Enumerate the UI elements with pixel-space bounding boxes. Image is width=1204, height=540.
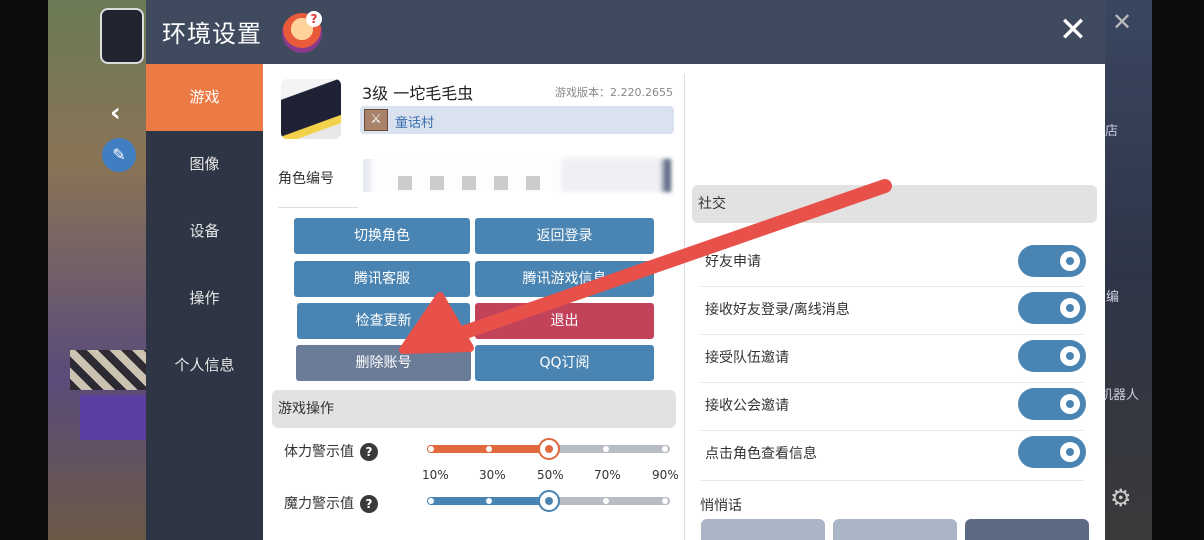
hp-warning-label: 体力警示值? xyxy=(284,441,378,461)
settings-sidebar: 游戏 图像 设备 操作 个人信息 xyxy=(146,64,263,540)
slider-tick xyxy=(662,446,668,452)
sidebar-item-graphics[interactable]: 图像 xyxy=(146,131,263,198)
quest-scroll-icon[interactable]: ✎ xyxy=(102,138,136,172)
tencent-game-info-button[interactable]: 腾讯游戏信息 xyxy=(475,261,654,297)
slider-tick xyxy=(603,498,609,504)
row-separator xyxy=(701,334,1084,335)
character-name: 3级 一坨毛毛虫 xyxy=(362,84,474,103)
right-black-strip xyxy=(1152,0,1204,540)
game-ops-header: 游戏操作 xyxy=(272,390,676,428)
window-title: 环境设置 xyxy=(162,20,262,48)
sidebar-item-personal-info[interactable]: 个人信息 xyxy=(146,332,263,399)
game-scene-left xyxy=(48,0,146,540)
sidebar-item-device[interactable]: 设备 xyxy=(146,198,263,265)
character-id-label: 角色编号 xyxy=(278,171,334,187)
sidebar-item-game[interactable]: 游戏 xyxy=(146,64,263,131)
check-update-button[interactable]: 检查更新 xyxy=(297,303,470,339)
hazard-stripes xyxy=(70,350,146,390)
hp-warning-slider[interactable] xyxy=(427,438,670,460)
toggle-friend-login-msg[interactable] xyxy=(1018,292,1086,324)
whisper-tab-2[interactable] xyxy=(833,519,957,540)
hp-help-icon[interactable]: ? xyxy=(360,443,378,461)
row-separator xyxy=(701,430,1084,431)
tick-label: 70% xyxy=(594,468,621,482)
mp-warning-text: 魔力警示值 xyxy=(284,496,354,512)
slider-tick xyxy=(486,498,492,504)
toggle-party-invite[interactable] xyxy=(1018,340,1086,372)
tick-label: 90% xyxy=(652,468,679,482)
character-id-masked xyxy=(398,176,548,190)
mp-slider-thumb[interactable] xyxy=(538,490,560,512)
title-bar: 环境设置 ✕ xyxy=(146,0,1105,64)
mp-warning-slider[interactable] xyxy=(427,490,670,512)
social-item-party-invite: 接受队伍邀请 xyxy=(705,350,789,366)
exit-button[interactable]: 退出 xyxy=(475,303,654,339)
mp-warning-label: 魔力警示值? xyxy=(284,493,378,513)
shop-label: 店 xyxy=(1105,124,1119,139)
slider-tick xyxy=(428,446,434,452)
delete-account-button[interactable]: 删除账号 xyxy=(296,345,471,381)
purple-platform xyxy=(80,395,146,440)
tick-label: 30% xyxy=(479,468,506,482)
tick-label: 50% xyxy=(537,468,564,482)
row-separator xyxy=(701,382,1084,383)
toggle-knob-dot xyxy=(1066,352,1074,360)
game-avatar xyxy=(100,8,144,64)
game-scene-right xyxy=(1105,0,1152,540)
slider-tick xyxy=(662,498,668,504)
sidebar-item-controls[interactable]: 操作 xyxy=(146,265,263,332)
hp-warning-text: 体力警示值 xyxy=(284,444,354,460)
whisper-header: 悄悄话 xyxy=(700,498,742,514)
switch-role-button[interactable]: 切换角色 xyxy=(294,218,470,254)
settings-gear-icon[interactable]: ⚙ xyxy=(1110,484,1136,512)
social-header: 社交 xyxy=(692,185,1097,223)
slider-tick xyxy=(603,446,609,452)
tick-label: 10% xyxy=(422,468,449,482)
mp-help-icon[interactable]: ? xyxy=(360,495,378,513)
guild-emblem-icon: ⚔ xyxy=(364,109,388,131)
slider-tick xyxy=(486,446,492,452)
return-login-button[interactable]: 返回登录 xyxy=(475,218,654,254)
hp-slider-thumb[interactable] xyxy=(538,438,560,460)
help-mascot-icon[interactable] xyxy=(282,11,322,53)
separator xyxy=(278,207,358,208)
toggle-knob-dot xyxy=(1066,448,1074,456)
toggle-knob-dot xyxy=(1066,304,1074,312)
toggle-guild-invite[interactable] xyxy=(1018,388,1086,420)
row-separator xyxy=(701,480,1084,481)
column-divider xyxy=(684,74,685,540)
edit-label: 编 xyxy=(1106,290,1120,305)
row-separator xyxy=(701,286,1084,287)
settings-content: 3级 一坨毛毛虫 游戏版本：2.220.2655 ⚔ 童话村 角色编号 切换角色… xyxy=(263,64,1105,540)
toggle-knob-dot xyxy=(1066,257,1074,265)
whisper-tab-1[interactable] xyxy=(701,519,825,540)
toggle-friend-request[interactable] xyxy=(1018,245,1086,277)
robot-label: 机器人 xyxy=(1100,388,1140,403)
game-version: 游戏版本：2.220.2655 xyxy=(555,86,673,99)
back-arrow-icon[interactable]: ‹ xyxy=(110,98,121,128)
guild-bar: ⚔ 童话村 xyxy=(360,106,674,134)
toggle-view-character[interactable] xyxy=(1018,436,1086,468)
guild-name: 童话村 xyxy=(395,116,435,131)
character-avatar xyxy=(281,79,341,139)
social-item-friend-request: 好友申请 xyxy=(705,254,761,270)
left-black-strip xyxy=(0,0,48,540)
qq-subscribe-button[interactable]: QQ订阅 xyxy=(475,345,654,381)
whisper-tab-3[interactable] xyxy=(965,519,1089,540)
toggle-knob-dot xyxy=(1066,400,1074,408)
social-item-guild-invite: 接收公会邀请 xyxy=(705,398,789,414)
close-icon[interactable]: ✕ xyxy=(1055,13,1091,50)
social-item-friend-login-msg: 接收好友登录/离线消息 xyxy=(705,302,850,318)
settings-modal: 环境设置 ✕ 游戏 图像 设备 操作 个人信息 3级 一坨毛毛虫 游戏版本：2.… xyxy=(146,0,1105,540)
background-close-icon[interactable]: ✕ xyxy=(1112,8,1132,36)
slider-tick xyxy=(428,498,434,504)
social-item-view-character: 点击角色查看信息 xyxy=(705,446,817,462)
tencent-service-button[interactable]: 腾讯客服 xyxy=(294,261,470,297)
